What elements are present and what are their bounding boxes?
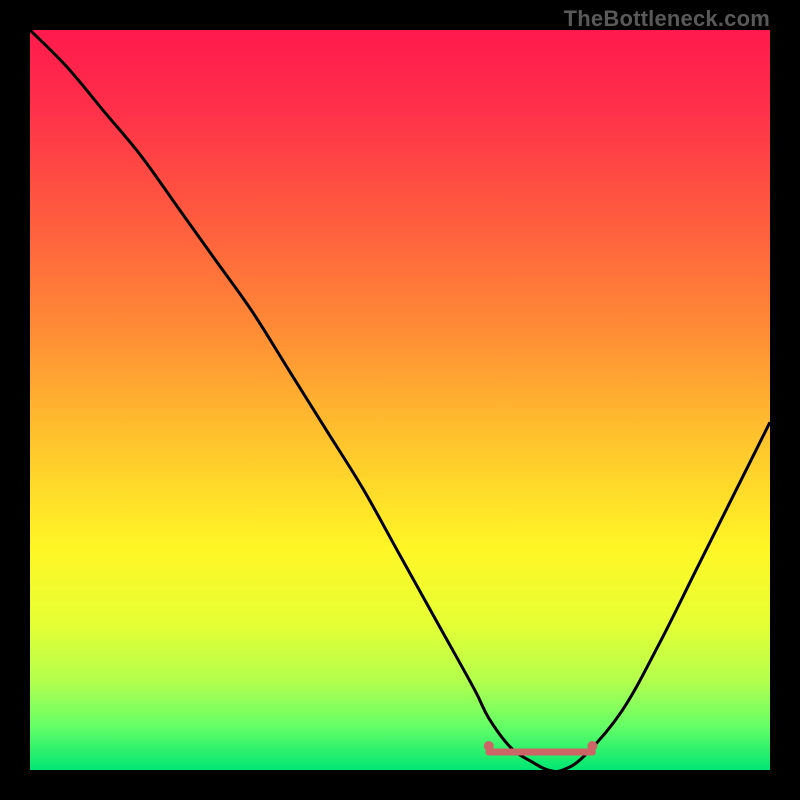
bottleneck-chart <box>30 30 770 770</box>
marker-range-start <box>484 741 494 751</box>
chart-background-gradient <box>30 30 770 770</box>
watermark-text: TheBottleneck.com <box>564 6 770 32</box>
marker-range-end <box>587 741 597 751</box>
chart-frame <box>30 30 770 770</box>
